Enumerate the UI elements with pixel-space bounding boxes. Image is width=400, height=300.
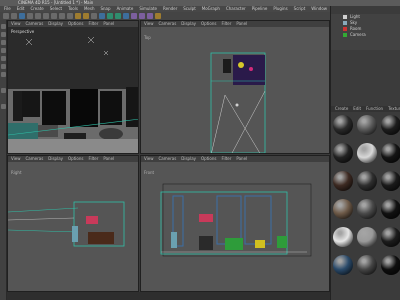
make-editable-icon[interactable]: [1, 24, 6, 29]
texture-mode-icon[interactable]: [1, 40, 6, 45]
axis-y-icon[interactable]: [59, 13, 65, 19]
material-ball-icon: [381, 171, 400, 191]
axis-z-icon[interactable]: [67, 13, 73, 19]
nurbs-icon[interactable]: [115, 13, 121, 19]
points-mode-icon[interactable]: [1, 56, 6, 61]
material-ball-icon: [357, 255, 377, 275]
undo-icon[interactable]: [3, 13, 9, 19]
light-icon[interactable]: [155, 13, 161, 19]
material-ball-icon: [333, 199, 353, 219]
render-picture-icon[interactable]: [83, 13, 89, 19]
cube-icon[interactable]: [99, 13, 105, 19]
redo-icon[interactable]: [11, 13, 17, 19]
material-menu-function[interactable]: Function: [366, 106, 383, 112]
material-ball-icon: [381, 199, 400, 219]
material-cell[interactable]: [356, 114, 378, 140]
workplane-icon[interactable]: [1, 48, 6, 53]
scale-icon[interactable]: [35, 13, 41, 19]
perspective-render: [8, 27, 138, 153]
material-cell[interactable]: [332, 114, 354, 140]
polygons-mode-icon[interactable]: [1, 72, 6, 77]
snap-icon[interactable]: [1, 88, 6, 93]
material-cell[interactable]: [356, 142, 378, 168]
material-menu-create[interactable]: Create: [335, 106, 348, 112]
material-ball-icon: [381, 143, 400, 163]
left-tool-strip: [0, 20, 7, 300]
main-toolbar: [0, 12, 330, 20]
deformer-icon[interactable]: [131, 13, 137, 19]
right-render: [8, 201, 125, 247]
material-ball-icon: [381, 227, 400, 247]
camera-icon[interactable]: [147, 13, 153, 19]
perspective-viewport[interactable]: View Cameras Display Options Filter Panel Per…: [7, 20, 139, 154]
lock-icon[interactable]: [1, 104, 6, 109]
status-bar: [7, 292, 330, 300]
material-grid: [331, 114, 400, 300]
render-settings-icon[interactable]: [91, 13, 97, 19]
material-cell[interactable]: [380, 226, 400, 252]
viewport-label: Right: [11, 170, 22, 175]
live-selection-icon[interactable]: [19, 13, 25, 19]
sky-object-icon: [343, 21, 347, 25]
material-cell[interactable]: [356, 226, 378, 252]
material-cell[interactable]: [356, 254, 378, 280]
top-render: [210, 52, 266, 153]
viewport-label: Front: [144, 170, 155, 175]
material-ball-icon: [333, 143, 353, 163]
material-cell[interactable]: [380, 254, 400, 280]
material-cell[interactable]: [332, 254, 354, 280]
object-manager: Light Sky Room Camera: [331, 14, 400, 50]
material-cell[interactable]: [332, 198, 354, 224]
material-manager-menu: Create Edit Function Texture: [331, 106, 400, 112]
material-cell[interactable]: [332, 226, 354, 252]
spline-icon[interactable]: [107, 13, 113, 19]
model-mode-icon[interactable]: [1, 32, 6, 37]
render-view-icon[interactable]: [75, 13, 81, 19]
camera-object-icon: [343, 33, 347, 37]
edges-mode-icon[interactable]: [1, 64, 6, 69]
material-ball-icon: [333, 255, 353, 275]
material-ball-icon: [381, 255, 400, 275]
scene-icon[interactable]: [139, 13, 145, 19]
material-ball-icon: [333, 171, 353, 191]
material-cell[interactable]: [332, 142, 354, 168]
material-ball-icon: [333, 115, 353, 135]
front-render: [160, 183, 312, 257]
viewport-label: Perspective: [11, 29, 35, 34]
material-ball-icon: [357, 171, 377, 191]
rotate-icon[interactable]: [43, 13, 49, 19]
material-ball-icon: [357, 143, 377, 163]
material-ball-icon: [381, 115, 400, 135]
material-ball-icon: [333, 227, 353, 247]
axis-x-icon[interactable]: [51, 13, 57, 19]
material-cell[interactable]: [356, 198, 378, 224]
right-panel: Light Sky Room Camera Create Edit Function…: [330, 6, 400, 300]
material-ball-icon: [357, 115, 377, 135]
right-viewport[interactable]: View Cameras Display Options Filter Panel Rig…: [7, 155, 139, 292]
top-viewport[interactable]: View Cameras Display Options Filter Panel Top: [140, 20, 330, 154]
move-icon[interactable]: [27, 13, 33, 19]
array-icon[interactable]: [123, 13, 129, 19]
material-cell[interactable]: [380, 170, 400, 196]
object-row[interactable]: Camera: [331, 32, 400, 38]
material-cell[interactable]: [356, 170, 378, 196]
viewport-label: Top: [144, 35, 151, 40]
material-ball-icon: [357, 227, 377, 247]
material-cell[interactable]: [380, 114, 400, 140]
material-cell[interactable]: [380, 142, 400, 168]
material-ball-icon: [357, 199, 377, 219]
material-menu-edit[interactable]: Edit: [353, 106, 361, 112]
material-menu-texture[interactable]: Texture: [388, 106, 400, 112]
light-object-icon: [343, 15, 347, 19]
material-cell[interactable]: [380, 198, 400, 224]
room-object-icon: [343, 27, 347, 31]
material-cell[interactable]: [332, 170, 354, 196]
front-viewport[interactable]: View Cameras Display Options Filter Panel Fro…: [140, 155, 330, 292]
